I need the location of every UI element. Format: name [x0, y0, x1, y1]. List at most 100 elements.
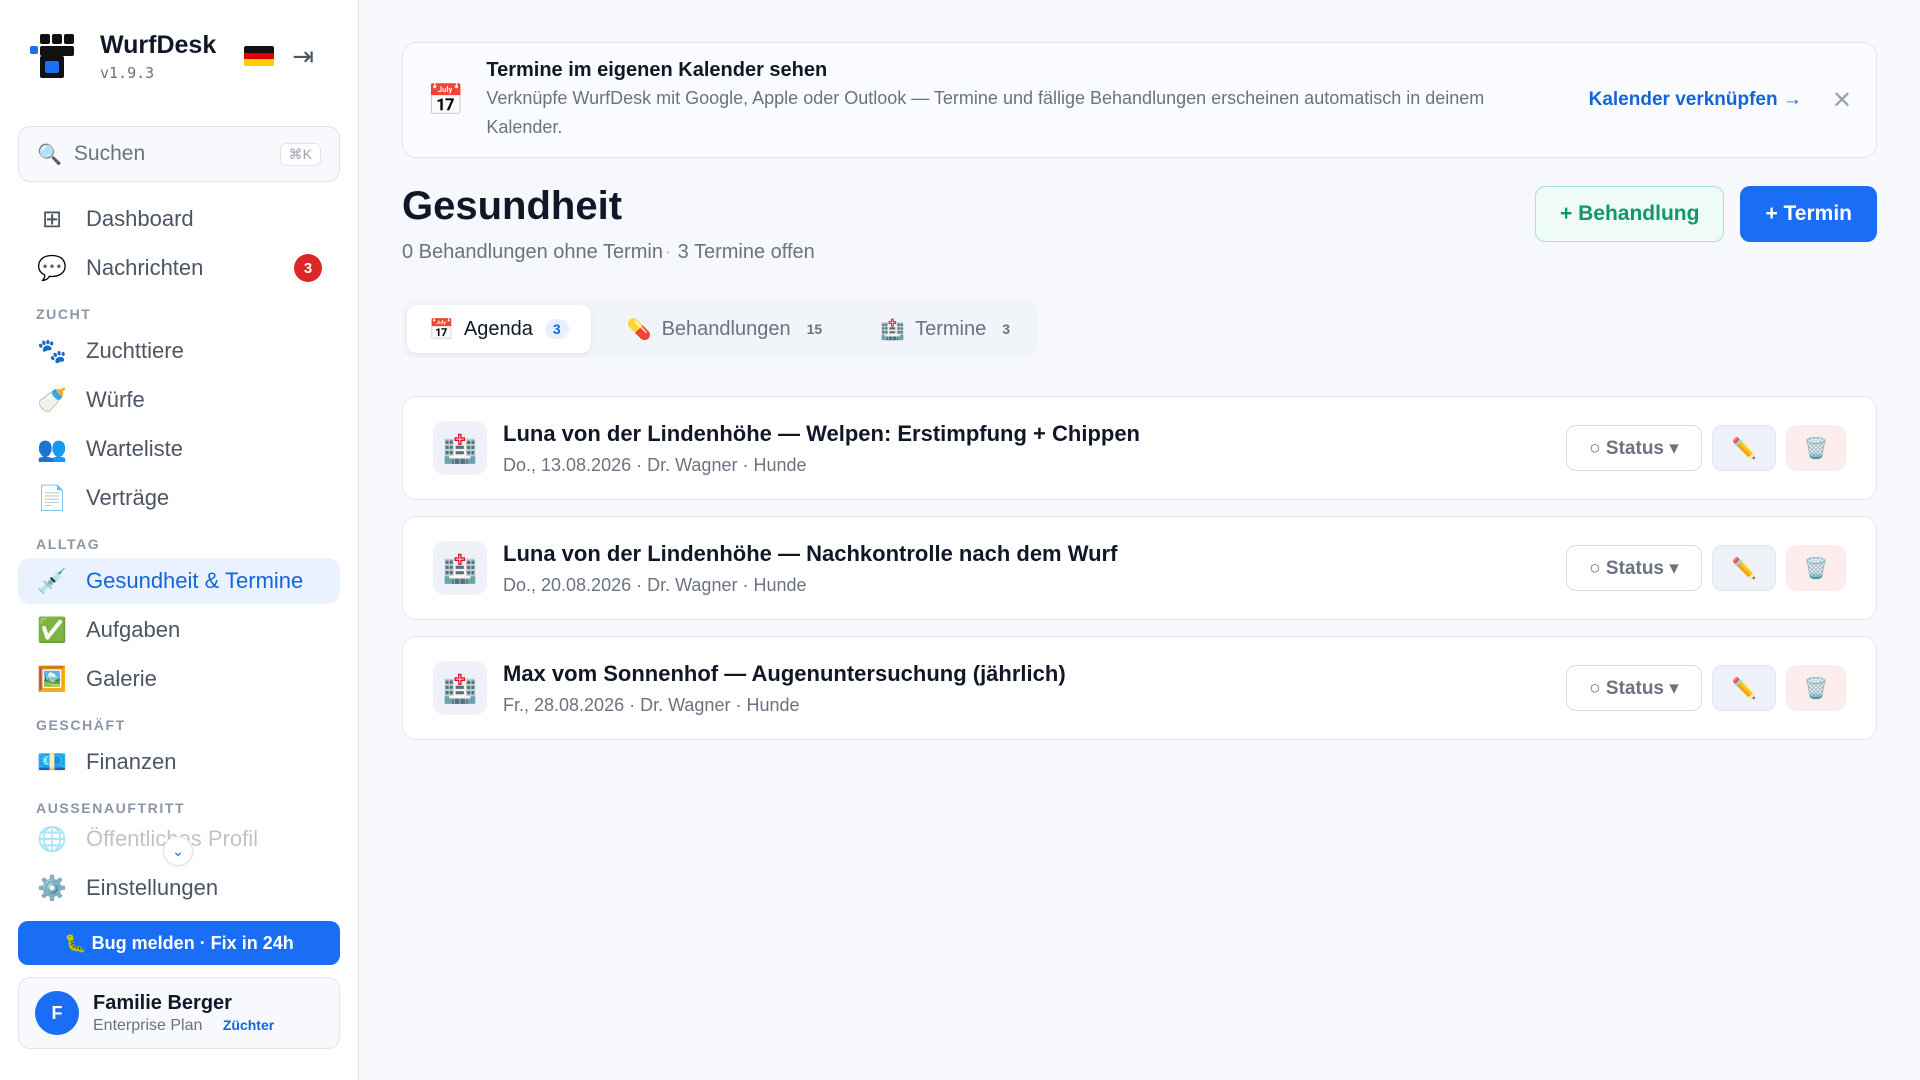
status-dropdown[interactable]: ○ Status ▾	[1566, 545, 1702, 591]
sidebar-item-label: Verträge	[86, 485, 170, 510]
trash-icon[interactable]: 🗑️	[1786, 665, 1846, 711]
tab-count: 15	[806, 321, 823, 337]
sidebar-item-wuerfe[interactable]: 🍼 Würfe	[18, 377, 340, 423]
sidebar-item-label: Dashboard	[86, 206, 194, 231]
people-icon: 👥	[37, 435, 67, 463]
hospital-icon: 🏥	[433, 661, 487, 715]
user-role-badge: Züchter	[222, 1016, 275, 1033]
calendar-icon: 📅	[427, 83, 465, 117]
appointment-list: 🏥 Luna von der Lindenhöhe — Welpen: Erst…	[402, 396, 1877, 740]
appointment-title: Luna von der Lindenhöhe — Welpen: Erstim…	[503, 420, 1140, 446]
calendar-icon: 📅	[429, 318, 454, 341]
brand: WurfDesk v1.9.3 ⇥	[18, 0, 340, 112]
euro-banknote-icon: 💶	[37, 748, 67, 776]
checkmark-icon: ✅	[37, 616, 67, 644]
list-item[interactable]: 🏥 Luna von der Lindenhöhe — Nachkontroll…	[402, 516, 1877, 620]
sidebar-item-finanzen[interactable]: 💶 Finanzen	[18, 739, 340, 785]
sidebar-item-label: Würfe	[86, 387, 145, 412]
hospital-icon: 🏥	[433, 541, 487, 595]
sidebar-item-label: Nachrichten	[86, 255, 204, 280]
section-label-geschaeft: GESCHÄFT	[36, 717, 126, 733]
user-card[interactable]: F Familie Berger Enterprise Plan Züchter	[18, 977, 340, 1049]
trash-icon[interactable]: 🗑️	[1786, 425, 1846, 471]
list-item[interactable]: 🏥 Luna von der Lindenhöhe — Welpen: Erst…	[402, 396, 1877, 500]
search-shortcut: ⌘K	[279, 142, 321, 166]
banner-text: Verknüpfe WurfDesk mit Google, Apple ode…	[486, 87, 1485, 137]
sidebar-item-label: Finanzen	[86, 749, 177, 774]
add-treatment-button[interactable]: + Behandlung	[1535, 186, 1725, 242]
appointment-title: Luna von der Lindenhöhe — Nachkontrolle …	[503, 540, 1118, 566]
tab-label: Termine	[915, 317, 987, 340]
sidebar-item-dashboard[interactable]: ⊞ Dashboard	[18, 196, 340, 242]
tab-count: 3	[1002, 321, 1011, 337]
search-placeholder: Suchen	[73, 142, 146, 165]
sidebar-item-label: Zuchttiere	[86, 338, 184, 363]
close-icon[interactable]: ✕	[1832, 86, 1852, 115]
view-tabs: 📅 Agenda 3 💊 Behandlungen 15 🏥 Termine 3	[402, 300, 1038, 358]
sidebar: WurfDesk v1.9.3 ⇥ 🔍 Suchen ⌘K ⊞ Dashboar…	[0, 0, 359, 1080]
subtitle-separator: ·	[664, 241, 672, 263]
pill-icon: 💊	[626, 318, 652, 341]
appointment-title: Max vom Sonnenhof — Augenuntersuchung (j…	[503, 660, 1066, 686]
sidebar-item-einstellungen[interactable]: ⚙️ Einstellungen	[18, 865, 340, 911]
logout-icon[interactable]: ⇥	[292, 41, 314, 72]
baby-bottle-icon: 🍼	[37, 386, 67, 414]
sidebar-item-zuchttiere[interactable]: 🐾 Zuchttiere	[18, 328, 340, 374]
globe-icon: 🌐	[37, 825, 67, 853]
tab-termine[interactable]: 🏥 Termine 3	[858, 305, 1032, 353]
chevron-down-icon[interactable]: ⌄	[163, 836, 193, 866]
appointment-meta: Fr., 28.08.2026 · Dr. Wagner · Hunde	[503, 694, 800, 715]
document-icon: 📄	[37, 484, 67, 512]
paw-icon: 🐾	[37, 337, 67, 365]
pencil-icon[interactable]: ✏️	[1712, 425, 1776, 471]
section-label-aussenauftritt: AUSSENAUFTRITT	[36, 800, 186, 816]
section-label-alltag: ALLTAG	[36, 536, 101, 552]
banner-title: Termine im eigenen Kalender sehen	[486, 58, 828, 81]
search-input[interactable]: 🔍 Suchen ⌘K	[18, 126, 340, 182]
avatar: F	[35, 991, 79, 1035]
tab-agenda[interactable]: 📅 Agenda 3	[407, 305, 591, 353]
hospital-icon: 🏥	[433, 421, 487, 475]
report-bug-button[interactable]: 🐛 Bug melden · Fix in 24h	[18, 921, 340, 965]
calendar-sync-banner: 📅 Termine im eigenen Kalender sehen Verk…	[402, 42, 1877, 158]
appointment-meta: Do., 13.08.2026 · Dr. Wagner · Hunde	[503, 454, 807, 475]
tab-label: Behandlungen	[661, 317, 791, 340]
sidebar-item-nachrichten[interactable]: 💬 Nachrichten 3	[18, 245, 340, 291]
sidebar-item-vertraege[interactable]: 📄 Verträge	[18, 475, 340, 521]
open-appointments-count: 3 Termine offen	[677, 241, 815, 263]
search-icon: 🔍	[37, 143, 62, 166]
app-name: WurfDesk	[100, 30, 217, 59]
sidebar-item-label: Gesundheit & Termine	[86, 568, 304, 593]
user-plan: Enterprise Plan	[93, 1016, 203, 1034]
trash-icon[interactable]: 🗑️	[1786, 545, 1846, 591]
page-title: Gesundheit	[402, 184, 623, 228]
messages-icon: 💬	[37, 254, 67, 282]
sidebar-item-aufgaben[interactable]: ✅ Aufgaben	[18, 607, 340, 653]
page-header: Gesundheit 0 Behandlungen ohne Termin · 3 …	[402, 184, 1877, 264]
list-item[interactable]: 🏥 Max vom Sonnenhof — Augenuntersuchung …	[402, 636, 1877, 740]
status-dropdown[interactable]: ○ Status ▾	[1566, 665, 1702, 711]
appointment-meta: Do., 20.08.2026 · Dr. Wagner · Hunde	[503, 574, 807, 595]
tab-behandlungen[interactable]: 💊 Behandlungen 15	[605, 305, 845, 353]
section-label-zucht: ZUCHT	[36, 306, 92, 322]
page-subtitle: 0 Behandlungen ohne Termin · 3 Termine off…	[402, 241, 815, 264]
tab-count: 3	[544, 319, 569, 339]
pencil-icon[interactable]: ✏️	[1712, 665, 1776, 711]
user-name: Familie Berger	[93, 991, 232, 1014]
dashboard-icon: ⊞	[41, 205, 63, 233]
sidebar-item-gesundheit[interactable]: 💉 Gesundheit & Termine	[18, 558, 340, 604]
german-flag-icon[interactable]	[244, 46, 275, 66]
sidebar-item-warteliste[interactable]: 👥 Warteliste	[18, 426, 340, 472]
main-content: 📅 Termine im eigenen Kalender sehen Verk…	[359, 0, 1920, 1080]
syringe-icon: 💉	[37, 567, 67, 595]
sidebar-item-galerie[interactable]: 🖼️ Galerie	[18, 656, 340, 702]
status-dropdown[interactable]: ○ Status ▾	[1566, 425, 1702, 471]
sidebar-item-label: Galerie	[86, 666, 157, 691]
pencil-icon[interactable]: ✏️	[1712, 545, 1776, 591]
sidebar-item-label: Warteliste	[86, 436, 183, 461]
sidebar-item-label: Einstellungen	[86, 875, 219, 900]
connect-calendar-link[interactable]: Kalender verknüpfen →	[1589, 89, 1802, 111]
add-appointment-button[interactable]: + Termin	[1740, 186, 1877, 242]
unread-badge: 3	[294, 254, 322, 282]
app-version: v1.9.3	[100, 63, 155, 82]
